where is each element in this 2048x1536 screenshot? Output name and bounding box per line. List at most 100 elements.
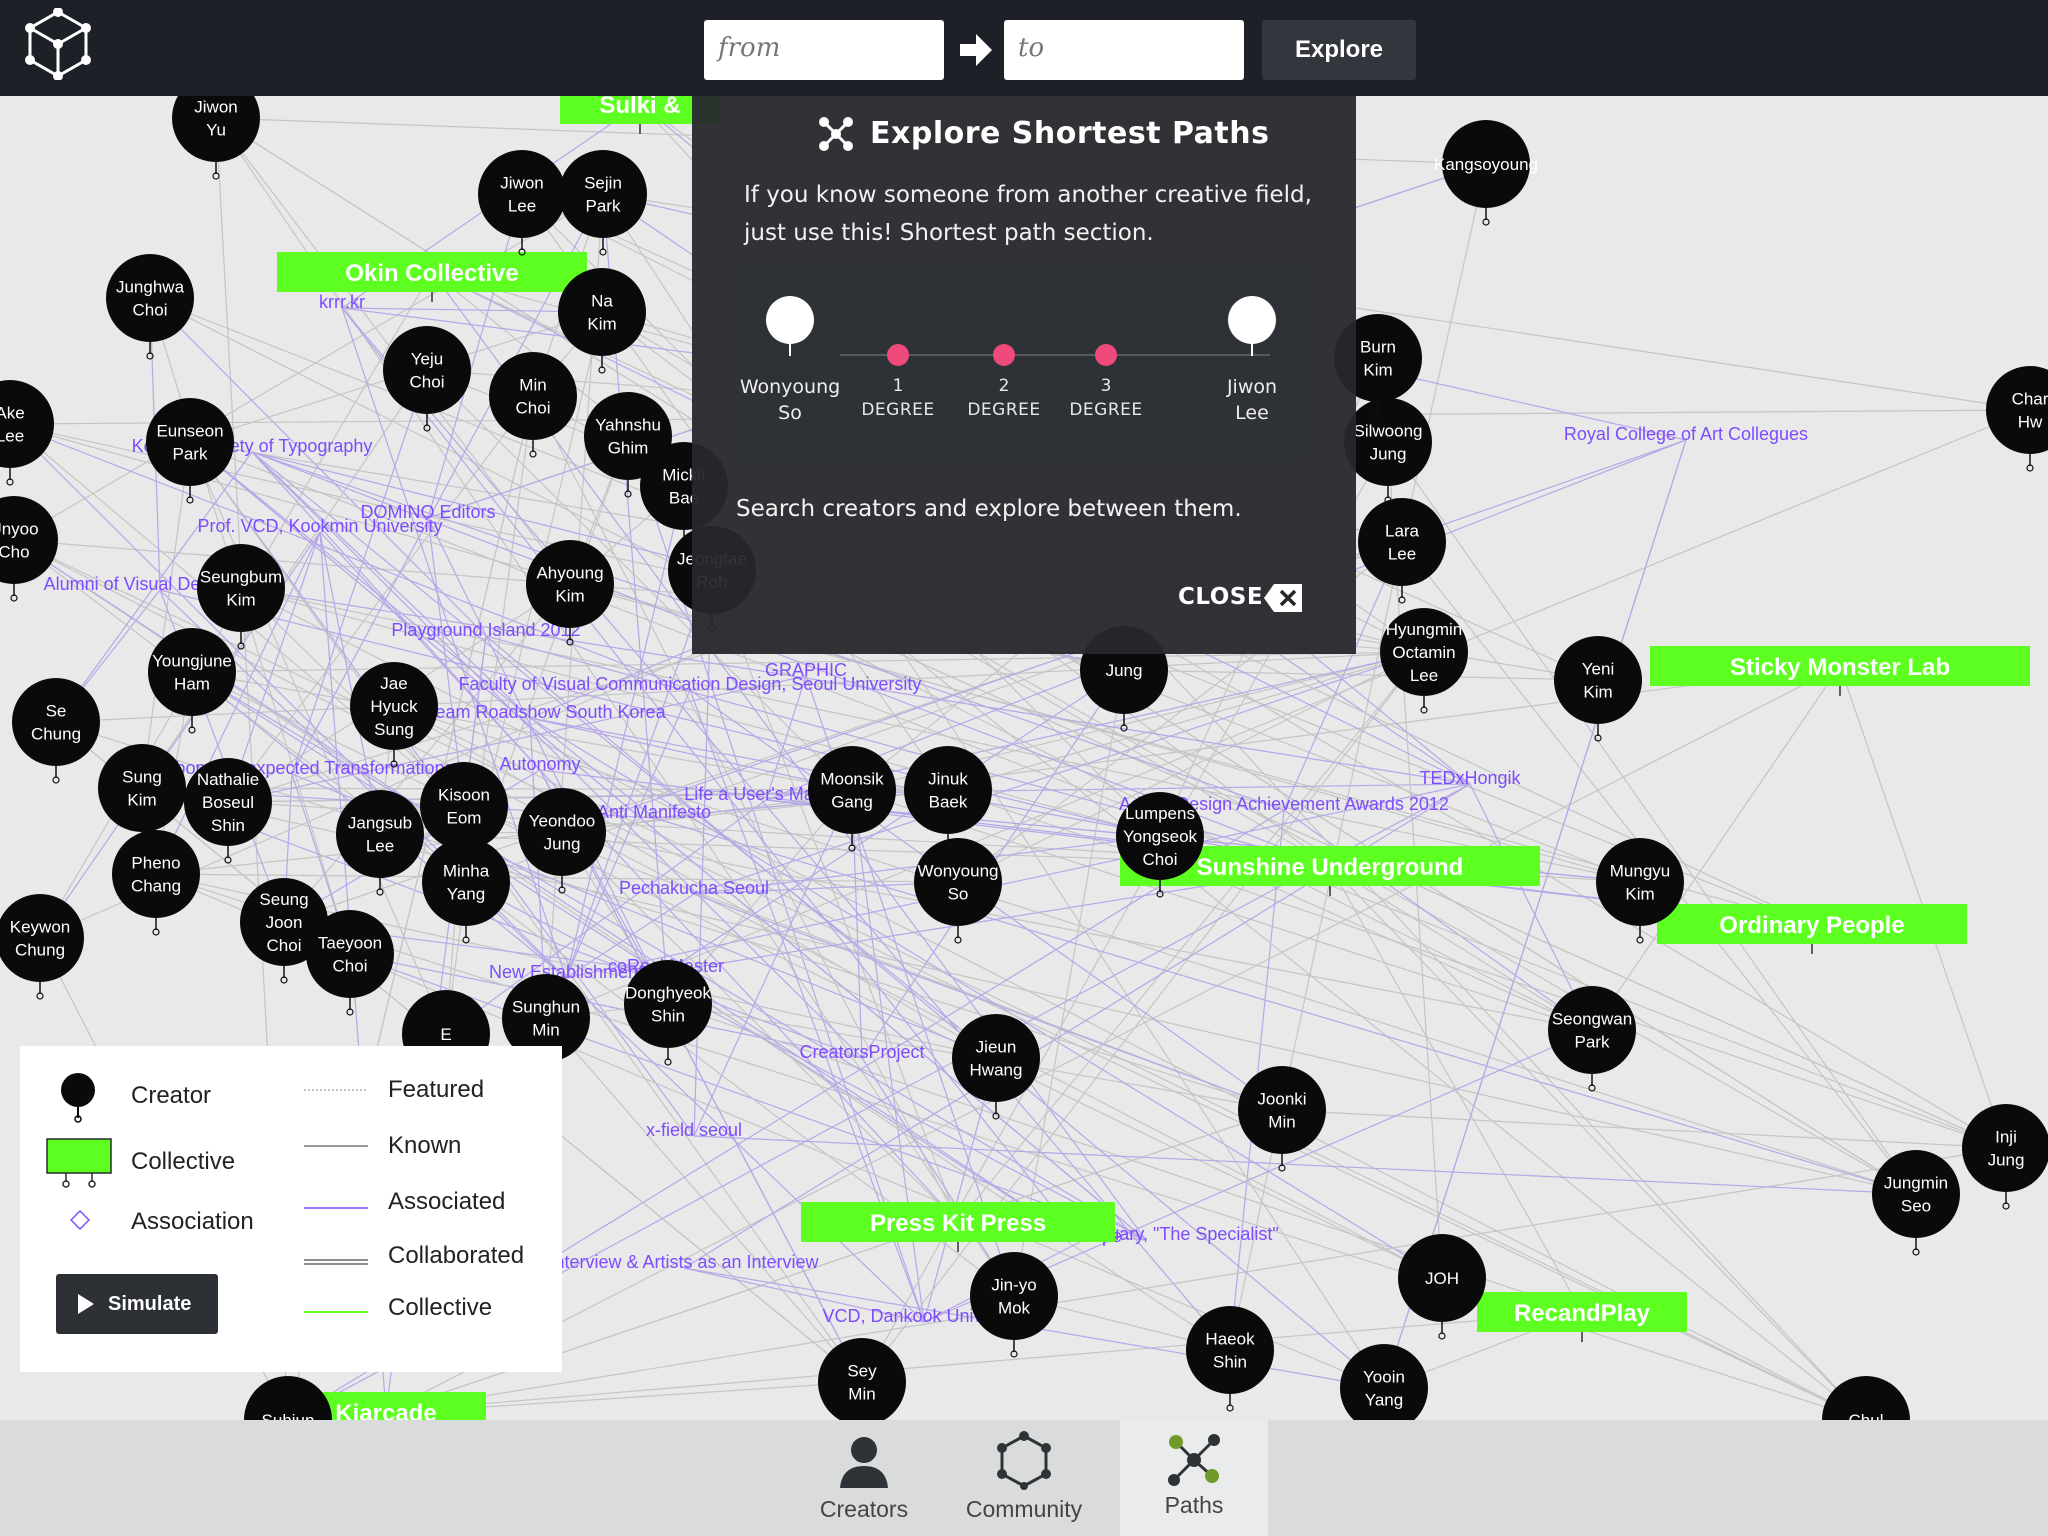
creator-min-choi[interactable]: Min Choi: [489, 352, 577, 458]
creator-junghwa-choi[interactable]: Junghwa Choi: [106, 254, 194, 360]
simulate-button[interactable]: Simulate: [56, 1274, 218, 1334]
degree-3-dot[interactable]: [1095, 344, 1117, 366]
creator-minha-yang[interactable]: Minha Yang: [422, 838, 510, 944]
creator-name-line: Yongseok: [1123, 827, 1198, 846]
creator-ake-lee[interactable]: Ake Lee: [0, 380, 54, 486]
creator-circle: [420, 762, 508, 850]
creator-joh[interactable]: JOH: [1398, 1234, 1486, 1340]
creator-name-line: Min: [848, 1385, 875, 1404]
collective-legend-icon: [46, 1138, 112, 1188]
association-autonomy[interactable]: Autonomy: [499, 754, 580, 774]
association-creatorsproject[interactable]: CreatorsProject: [799, 1042, 924, 1062]
creator-circle: [559, 150, 647, 238]
close-icon[interactable]: [1264, 584, 1302, 612]
creator-se-chung[interactable]: Se Chung: [12, 678, 100, 784]
creator-chul[interactable]: Chul: [1822, 1376, 1910, 1420]
creator-na-kim[interactable]: Na Kim: [558, 268, 646, 374]
creator-taeyoon-choi[interactable]: Taeyoon Choi: [306, 910, 394, 1016]
association-domino-editors[interactable]: DOMINO Editors: [360, 502, 495, 522]
collective-recandplay[interactable]: RecandPlay: [1477, 1292, 1687, 1342]
creator-circle: [336, 790, 424, 878]
graph-edge: [1387, 441, 1917, 1195]
creator-jiwon-lee[interactable]: Jiwon Lee: [478, 150, 566, 256]
creator-jungmin-seo[interactable]: Jungmin Seo: [1872, 1150, 1960, 1256]
start-creator-node[interactable]: [766, 296, 814, 344]
collective-label: Sticky Monster Lab: [1730, 654, 1950, 681]
creator-sey-min[interactable]: Sey Min: [818, 1338, 906, 1420]
graph-edge: [1281, 1109, 2007, 1149]
creator-name-line: Jung: [544, 835, 581, 854]
association-krrr-kr[interactable]: krrr.kr: [319, 292, 365, 312]
end-creator-node[interactable]: [1228, 296, 1276, 344]
creator-yeni-kim[interactable]: Yeni Kim: [1554, 636, 1642, 742]
collective-label: Okin Collective: [345, 260, 518, 287]
association-tedxhongik[interactable]: TEDxHongik: [1419, 768, 1521, 788]
creator-donghyeok-shin[interactable]: Donghyeok Shin: [624, 960, 712, 1066]
tab-creators[interactable]: Creators: [790, 1420, 938, 1536]
creator-wonyoung-so[interactable]: Wonyoung So: [914, 838, 1002, 944]
creator-name-line: E: [440, 1025, 451, 1044]
creator-silwoong-jung[interactable]: Silwoong Jung: [1344, 398, 1432, 504]
creator-jiwon-yu[interactable]: Jiwon Yu: [172, 96, 260, 180]
creator-pheno-chang[interactable]: Pheno Chang: [112, 830, 200, 936]
creator-name-line: Mungyu: [1610, 862, 1670, 881]
featured-line-icon: [304, 1089, 368, 1091]
creator-seongwan-park[interactable]: Seongwan Park: [1548, 986, 1636, 1092]
creator-name-line: Kim: [1583, 683, 1612, 702]
creator-jieun-hwang[interactable]: Jieun Hwang: [952, 1014, 1040, 1120]
degree-3-label: DEGREE: [1069, 400, 1143, 420]
tab-community[interactable]: Community: [950, 1420, 1098, 1536]
explore-button[interactable]: Explore: [1262, 20, 1416, 80]
creator-keywon-chung[interactable]: Keywon Chung: [0, 894, 84, 1000]
app-logo-icon[interactable]: [22, 8, 94, 80]
degree-2-label: DEGREE: [967, 400, 1041, 420]
creator-name-line: Ake: [0, 404, 25, 423]
creator-circle: [970, 1252, 1058, 1340]
creator-name-line: Sung: [374, 720, 414, 739]
creator-lara-lee[interactable]: Lara Lee: [1358, 498, 1446, 604]
creator-name-line: Se: [46, 702, 67, 721]
collective-sticky-monster-lab[interactable]: Sticky Monster Lab: [1650, 646, 2030, 696]
creator-name-line: Park: [586, 197, 621, 216]
creator-name-line: Park: [1575, 1033, 1610, 1052]
association-pechakucha-seoul[interactable]: Pechakucha Seoul: [619, 878, 769, 898]
association-royal-college-of-art-collegues[interactable]: Royal College of Art Collegues: [1564, 424, 1808, 444]
degree-1-dot[interactable]: [887, 344, 909, 366]
creator-name-line: Hwang: [970, 1061, 1023, 1080]
creator-jin-yo-mok[interactable]: Jin-yo Mok: [970, 1252, 1058, 1358]
creator-inji-jung[interactable]: Inji Jung: [1962, 1104, 2048, 1210]
creator-jinuk-baek[interactable]: Jinuk Baek: [904, 746, 992, 852]
creator-name-line: Jangsub: [348, 814, 412, 833]
from-input[interactable]: from: [704, 20, 944, 80]
creator-name-line: Jieun: [976, 1038, 1017, 1057]
creator-name-line: Shin: [651, 1007, 685, 1026]
association-anti-manifesto[interactable]: Anti Manifesto: [597, 802, 711, 822]
creator-nathalie-boseul-shin[interactable]: Nathalie Boseul Shin: [184, 758, 272, 864]
creator-name-line: Char: [2012, 390, 2048, 409]
creator-yooin-yang[interactable]: Yooin Yang: [1340, 1344, 1428, 1420]
collective-label: Press Kit Press: [870, 1210, 1046, 1237]
creator-char-hw[interactable]: Char Hw: [1986, 366, 2048, 472]
creator-name-line: Cho: [0, 543, 30, 562]
creator-suhjun[interactable]: Suhjun: [244, 1376, 332, 1420]
to-input[interactable]: to: [1004, 20, 1244, 80]
creator-sejin-park[interactable]: Sejin Park: [559, 150, 647, 256]
tab-paths[interactable]: Paths: [1120, 1420, 1268, 1536]
creator-kangsoyoung[interactable]: Kangsoyoung: [1434, 120, 1538, 226]
intro-line-2: just use this! Shortest path section.: [744, 220, 1154, 246]
association-faculty-of-visual-communication-design-seoul-university[interactable]: Faculty of Visual Communication Design, …: [459, 674, 922, 694]
creator-name-line: Lee: [0, 427, 24, 446]
creator-eunseon-park[interactable]: Eunseon Park: [146, 398, 234, 504]
close-button[interactable]: CLOSE: [1178, 584, 1263, 610]
association-x-field-seoul[interactable]: x-field seoul: [646, 1120, 742, 1140]
association-graphic[interactable]: GRAPHIC: [765, 660, 847, 680]
known-line-icon: [304, 1145, 368, 1147]
collective-ordinary-people[interactable]: Ordinary People: [1657, 904, 1967, 954]
creator-joonki-min[interactable]: Joonki Min: [1238, 1066, 1326, 1172]
association-interview-artists-as-an-interview[interactable]: Interview & Artists as an Interview: [549, 1252, 819, 1272]
creator-haeok-shin[interactable]: Haeok Shin: [1186, 1306, 1274, 1412]
creator-hyungmin-octamin-lee[interactable]: Hyungmin Octamin Lee: [1380, 608, 1468, 714]
degree-2-dot[interactable]: [993, 344, 1015, 366]
creator-name-line: Sejin: [584, 174, 622, 193]
creator-circle: [1358, 498, 1446, 586]
